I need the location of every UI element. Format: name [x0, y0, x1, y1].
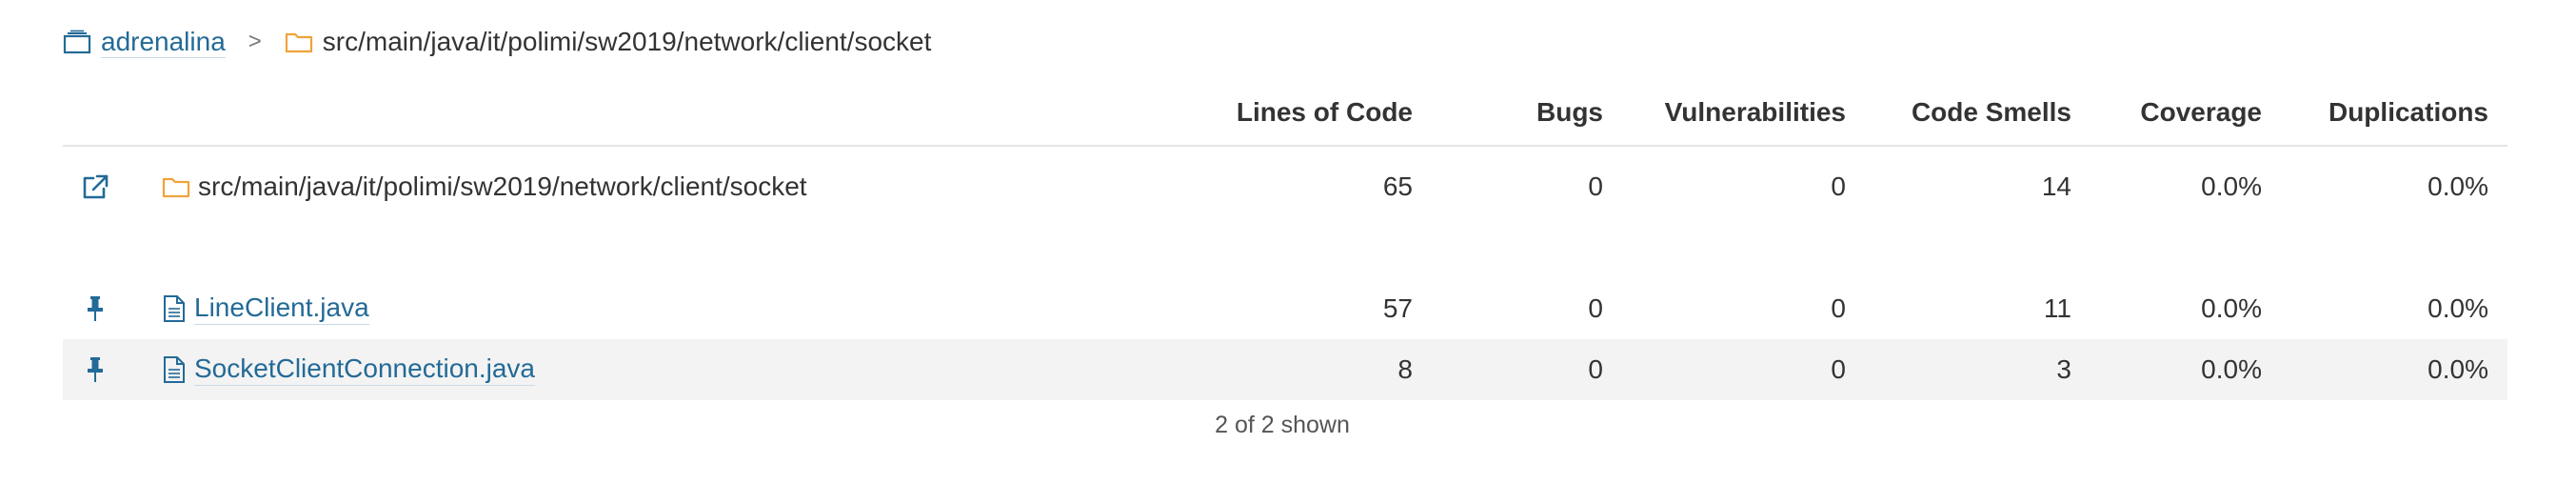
- file-name-cell: LineClient.java: [162, 278, 369, 339]
- file-link[interactable]: LineClient.java: [194, 292, 369, 325]
- pin-icon[interactable]: [76, 278, 114, 339]
- base-directory-name: src/main/java/it/polimi/sw2019/network/c…: [162, 156, 807, 217]
- duplications-value: 0.0%: [2427, 293, 2488, 323]
- measures-table: Lines of Code Bugs Vulnerabilities Code …: [63, 88, 2507, 400]
- folder-icon: [285, 30, 313, 53]
- code-smells-value: 11: [2043, 293, 2071, 323]
- file-link[interactable]: SocketClientConnection.java: [194, 353, 535, 386]
- vulnerabilities-value: 0: [1831, 354, 1846, 384]
- base-directory-row: src/main/java/it/polimi/sw2019/network/c…: [63, 156, 2507, 217]
- folder-icon: [162, 175, 190, 198]
- column-duplications[interactable]: Duplications: [2328, 97, 2488, 128]
- table-row[interactable]: LineClient.java 57 0 0 11 0.0% 0.0%: [63, 278, 2507, 339]
- column-code-smells[interactable]: Code Smells: [1912, 97, 2071, 128]
- lines-of-code-value: 57: [1382, 293, 1413, 323]
- breadcrumb-project-link[interactable]: adrenalina: [101, 27, 226, 58]
- results-count-label: 2 of 2 shown: [1215, 412, 1350, 438]
- coverage-value: 0.0%: [2201, 354, 2262, 384]
- code-smells-value: 3: [2056, 354, 2071, 384]
- bugs-value: 0: [1588, 354, 1603, 384]
- external-link-icon[interactable]: [76, 156, 114, 217]
- lines-of-code-value: 65: [1382, 171, 1413, 201]
- file-icon: [162, 355, 187, 384]
- project-icon: [63, 30, 91, 54]
- column-lines-of-code[interactable]: Lines of Code: [1237, 97, 1413, 128]
- code-smells-value: 14: [2041, 171, 2071, 201]
- bugs-value: 0: [1588, 171, 1603, 201]
- bugs-value: 0: [1588, 293, 1603, 323]
- file-name-cell: SocketClientConnection.java: [162, 339, 535, 400]
- pin-icon[interactable]: [76, 339, 114, 400]
- base-directory-label: src/main/java/it/polimi/sw2019/network/c…: [198, 171, 807, 201]
- file-icon: [162, 294, 187, 323]
- duplications-value: 0.0%: [2427, 171, 2488, 201]
- vulnerabilities-value: 0: [1831, 293, 1846, 323]
- column-coverage[interactable]: Coverage: [2140, 97, 2262, 128]
- breadcrumb-path: src/main/java/it/polimi/sw2019/network/c…: [322, 27, 932, 56]
- breadcrumb: adrenalina > src/main/java/it/polimi/sw2…: [63, 21, 931, 63]
- coverage-value: 0.0%: [2201, 171, 2262, 201]
- table-header: Lines of Code Bugs Vulnerabilities Code …: [63, 88, 2507, 147]
- vulnerabilities-value: 0: [1831, 171, 1846, 201]
- breadcrumb-separator: >: [248, 29, 262, 54]
- duplications-value: 0.0%: [2427, 354, 2488, 384]
- column-vulnerabilities[interactable]: Vulnerabilities: [1665, 97, 1846, 128]
- coverage-value: 0.0%: [2201, 293, 2262, 323]
- column-bugs[interactable]: Bugs: [1536, 97, 1603, 128]
- results-count: 2 of 2 shown: [0, 412, 2576, 439]
- table-row[interactable]: SocketClientConnection.java 8 0 0 3 0.0%…: [63, 339, 2507, 400]
- lines-of-code-value: 8: [1397, 354, 1413, 384]
